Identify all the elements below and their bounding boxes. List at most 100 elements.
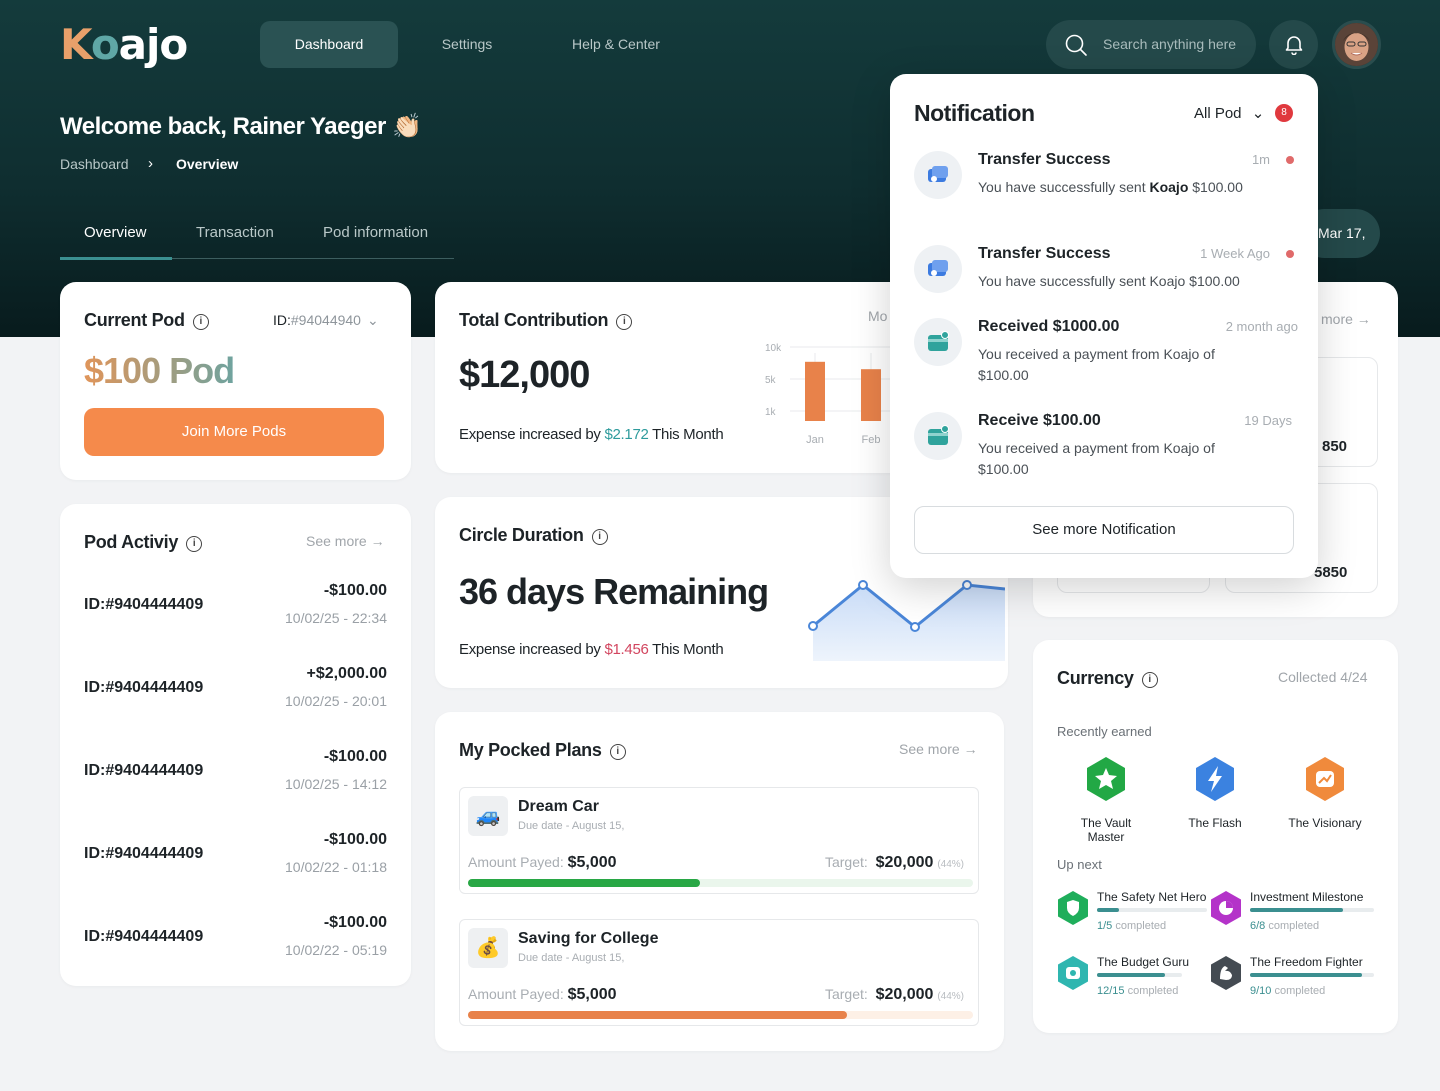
pod-activity-see-more[interactable]: See more →	[306, 533, 385, 549]
activity-row-id: ID:#9404444409	[84, 679, 204, 696]
y-tick-label: 10k	[765, 343, 782, 354]
pie-chart-icon	[1211, 891, 1241, 925]
plan-amount-paid: Amount Payed: $5,000	[468, 854, 617, 871]
car-icon: 🚙	[468, 796, 508, 836]
tab-active-indicator	[60, 257, 172, 260]
pod-id-select[interactable]: ID:#94044940 ⌄	[273, 312, 379, 329]
activity-row-amount: -$100.00	[323, 914, 387, 931]
notification-count-badge: 8	[1275, 104, 1293, 122]
notification-filter-select[interactable]: All Pod ⌄	[1194, 104, 1264, 122]
join-more-pods-button[interactable]: Join More Pods	[84, 408, 384, 456]
chart-icon	[1306, 757, 1344, 801]
currency-card: Currency i Collected 4/24 Recently earned…	[1033, 640, 1398, 1033]
x-tick-label: Jan	[806, 434, 824, 446]
info-icon[interactable]: i	[192, 314, 209, 330]
wallet-icon	[914, 412, 962, 460]
search-input[interactable]: Search anything here	[1046, 20, 1256, 69]
line-point	[808, 621, 818, 631]
total-contribution-title: Total Contribution i	[459, 310, 633, 331]
welcome-heading: Welcome back, Rainer Yaeger 👏🏻	[60, 113, 422, 140]
badge-the-flash[interactable]: The Flash	[1175, 755, 1255, 830]
current-pod-title: Current Pod i	[84, 310, 209, 331]
activity-row-date: 10/02/25 - 22:34	[285, 610, 387, 626]
nav-settings[interactable]: Settings	[420, 21, 514, 68]
tab-overview[interactable]: Overview	[84, 224, 147, 241]
tab-transaction[interactable]: Transaction	[196, 224, 274, 241]
plan-progress-fill	[468, 879, 701, 887]
contribution-amount: $12,000	[459, 354, 590, 396]
duration-line-chart	[808, 580, 1005, 661]
activity-row-id: ID:#9404444409	[84, 845, 204, 862]
activity-row-amount: -$100.00	[323, 748, 387, 765]
info-icon[interactable]: i	[1141, 672, 1158, 688]
side-stat-value: 5850	[1314, 564, 1348, 581]
plan-progress-fill	[468, 1011, 847, 1019]
plan-name: Saving for College	[518, 930, 659, 947]
notification-button[interactable]	[1269, 20, 1318, 69]
nav-help-center[interactable]: Help & Center	[556, 21, 676, 68]
tab-pod-information[interactable]: Pod information	[323, 224, 428, 241]
user-avatar[interactable]	[1332, 20, 1381, 69]
up-next-label: Up next	[1057, 857, 1102, 872]
chevron-down-icon: ⌄	[366, 312, 379, 328]
circle-duration-title: Circle Duration i	[459, 525, 608, 546]
transfer-icon	[914, 245, 962, 293]
side-see-more[interactable]: more →	[1321, 311, 1371, 327]
koajo-logo[interactable]: Koajo	[60, 20, 188, 70]
nav-dashboard[interactable]: Dashboard	[260, 21, 398, 68]
arrow-right-icon: →	[963, 741, 978, 757]
pod-activity-title: Pod Activiy i	[84, 532, 203, 553]
activity-row-amount: +$2,000.00	[306, 665, 387, 682]
plan-amount-paid: Amount Payed: $5,000	[468, 986, 617, 1003]
days-remaining: 36 days Remaining	[459, 571, 769, 612]
info-icon[interactable]: i	[591, 529, 608, 545]
info-icon[interactable]: i	[186, 536, 203, 552]
pocked-plans-card: My Pocked Plans i See more → 🚙 Dream Car …	[435, 712, 1004, 1051]
duration-expense-text: Expense increased by $1.456 This Month	[459, 641, 724, 658]
breadcrumb-overview: Overview	[176, 156, 239, 172]
plan-target: Target: $20,000 (44%)	[824, 986, 964, 1003]
y-tick-label: 5k	[765, 375, 777, 386]
chevron-down-icon: ⌄	[1251, 105, 1265, 122]
arrow-right-icon: →	[1356, 311, 1371, 327]
search-placeholder: Search anything here	[1103, 36, 1237, 52]
notification-title: Notification	[914, 100, 1035, 126]
plans-see-more[interactable]: See more →	[899, 741, 978, 757]
info-icon[interactable]: i	[616, 314, 633, 330]
breadcrumb-dashboard[interactable]: Dashboard	[60, 156, 129, 172]
arrow-right-icon: →	[370, 533, 385, 549]
money-bag-icon: 💰	[468, 928, 508, 968]
pod-amount: $100 Pod	[84, 350, 235, 391]
badge-the-visionary[interactable]: The Visionary	[1285, 755, 1365, 830]
activity-row-date: 10/02/22 - 05:19	[285, 942, 387, 958]
currency-title: Currency i	[1057, 668, 1158, 689]
plan-item[interactable]: 🚙 Dream Car Due date - August 15, Amount…	[459, 787, 979, 894]
unread-dot	[1286, 156, 1294, 164]
plan-item[interactable]: 💰 Saving for College Due date - August 1…	[459, 919, 979, 1026]
see-more-notification-button[interactable]: See more Notification	[914, 506, 1294, 554]
side-stat-value: 850	[1322, 438, 1348, 455]
bar-jan	[805, 361, 825, 421]
breadcrumb-chevron-icon: ›	[148, 155, 153, 172]
badge-vault-master[interactable]: The Vault Master	[1066, 755, 1146, 844]
search-icon	[1065, 34, 1087, 56]
plan-name: Dream Car	[518, 798, 599, 815]
camera-icon	[1058, 956, 1088, 990]
activity-row-id: ID:#9404444409	[84, 928, 204, 945]
line-point	[962, 580, 972, 590]
activity-row-id: ID:#9404444409	[84, 596, 204, 613]
activity-row-date: 10/02/22 - 01:18	[285, 859, 387, 875]
pod-activity-card: Pod Activiy i See more → ID:#9404444409 -…	[60, 504, 411, 986]
activity-row-date: 10/02/25 - 20:01	[285, 693, 387, 709]
lightning-icon	[1196, 757, 1234, 801]
plan-due-date: Due date - August 15,	[518, 820, 625, 832]
pocked-plans-title: My Pocked Plans i	[459, 740, 626, 761]
chart-period-select[interactable]: Mo	[868, 308, 887, 324]
current-pod-card: Current Pod i ID:#94044940 ⌄ $100 Pod Join…	[60, 282, 411, 480]
activity-row-id: ID:#9404444409	[84, 762, 204, 779]
line-point	[858, 580, 868, 590]
info-icon[interactable]: i	[609, 744, 626, 760]
currency-collected: Collected 4/24	[1278, 669, 1368, 685]
plan-target: Target: $20,000 (44%)	[824, 854, 964, 871]
contribution-expense-text: Expense increased by $2.172 This Month	[459, 426, 724, 443]
